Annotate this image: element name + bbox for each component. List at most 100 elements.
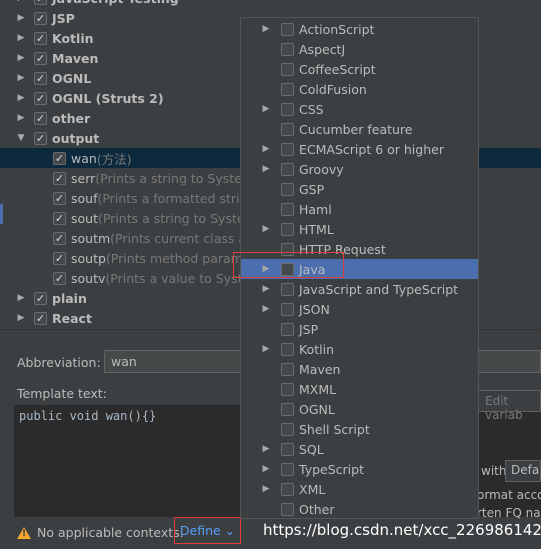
- checkbox[interactable]: ✓: [34, 291, 47, 305]
- context-checkbox[interactable]: [281, 122, 294, 136]
- context-item[interactable]: AspectJ: [241, 39, 478, 59]
- context-checkbox[interactable]: [281, 422, 294, 436]
- context-item[interactable]: Cucumber feature: [241, 119, 478, 139]
- context-checkbox[interactable]: [281, 282, 294, 296]
- checkbox[interactable]: ✓: [53, 271, 66, 285]
- context-checkbox[interactable]: [281, 82, 294, 96]
- chevron-right-icon[interactable]: ▶: [16, 13, 26, 23]
- context-item[interactable]: CoffeeScript: [241, 59, 478, 79]
- abbreviation-label: Abbreviation:: [17, 355, 101, 370]
- tree-item-label: plain: [52, 290, 87, 306]
- checkbox[interactable]: ✓: [53, 211, 66, 225]
- context-checkbox[interactable]: [281, 462, 294, 476]
- checkbox[interactable]: ✓: [53, 171, 66, 185]
- context-item[interactable]: ▶ SQL: [241, 439, 478, 459]
- shorten-fq-option-label[interactable]: rten FQ nan: [477, 506, 541, 520]
- chevron-right-icon[interactable]: ▶: [262, 304, 270, 314]
- context-item[interactable]: ▶ JSON: [241, 299, 478, 319]
- context-item[interactable]: ▶ ActionScript: [241, 19, 478, 39]
- warning-row: ! No applicable contexts.: [17, 525, 184, 540]
- context-label: CSS: [299, 101, 324, 117]
- checkbox[interactable]: ✓: [34, 51, 47, 65]
- context-item[interactable]: ▶ TypeScript: [241, 459, 478, 479]
- context-item[interactable]: JSP: [241, 319, 478, 339]
- checkbox[interactable]: ✓: [34, 131, 47, 145]
- context-checkbox[interactable]: [281, 362, 294, 376]
- chevron-right-icon[interactable]: ▶: [262, 464, 270, 474]
- chevron-right-icon[interactable]: ▶: [262, 284, 270, 294]
- checkbox[interactable]: ✓: [34, 31, 47, 45]
- chevron-right-icon[interactable]: ▶: [16, 113, 26, 123]
- checkbox[interactable]: ✓: [53, 251, 66, 265]
- edit-variables-button[interactable]: Edit variab: [478, 390, 541, 422]
- chevron-right-icon[interactable]: ▶: [262, 344, 270, 354]
- checkbox[interactable]: ✓: [53, 151, 66, 165]
- context-item[interactable]: ▶ JavaScript and TypeScript: [241, 279, 478, 299]
- context-label: JSP: [299, 321, 319, 337]
- context-checkbox[interactable]: [281, 62, 294, 76]
- reformat-option-label[interactable]: ormat acco: [477, 488, 541, 502]
- context-item[interactable]: OGNL: [241, 399, 478, 419]
- checkbox[interactable]: ✓: [34, 111, 47, 125]
- context-checkbox[interactable]: [281, 142, 294, 156]
- checkbox[interactable]: ✓: [34, 311, 47, 325]
- chevron-right-icon[interactable]: ▶: [262, 164, 270, 174]
- context-item[interactable]: Other: [241, 499, 478, 518]
- context-checkbox[interactable]: [281, 302, 294, 316]
- context-item[interactable]: Shell Script: [241, 419, 478, 439]
- context-checkbox[interactable]: [281, 482, 294, 496]
- context-item[interactable]: Haml: [241, 199, 478, 219]
- context-checkbox[interactable]: [281, 162, 294, 176]
- context-checkbox[interactable]: [281, 322, 294, 336]
- context-checkbox[interactable]: [281, 222, 294, 236]
- chevron-right-icon[interactable]: ▶: [262, 444, 270, 454]
- context-label: HTML: [299, 221, 334, 237]
- chevron-right-icon[interactable]: ▶: [262, 24, 270, 34]
- context-checkbox[interactable]: [281, 42, 294, 56]
- tree-group[interactable]: ▶ ✓ JavaScript Testing: [0, 0, 541, 8]
- checkbox[interactable]: ✓: [53, 191, 66, 205]
- chevron-right-icon[interactable]: ▶: [16, 53, 26, 63]
- context-checkbox[interactable]: [281, 202, 294, 216]
- define-link[interactable]: Define ⌄: [174, 517, 241, 544]
- context-item[interactable]: ▶ HTML: [241, 219, 478, 239]
- expand-with-select[interactable]: Defa: [505, 460, 541, 482]
- checkbox[interactable]: ✓: [53, 231, 66, 245]
- chevron-right-icon[interactable]: ▶: [262, 104, 270, 114]
- context-checkbox[interactable]: [281, 502, 294, 516]
- checkbox[interactable]: ✓: [34, 0, 47, 5]
- context-item[interactable]: GSP: [241, 179, 478, 199]
- chevron-right-icon[interactable]: ▶: [16, 93, 26, 103]
- chevron-right-icon[interactable]: ▶: [16, 313, 26, 323]
- context-label: GSP: [299, 181, 325, 197]
- chevron-right-icon[interactable]: ▶: [262, 484, 270, 494]
- context-item[interactable]: ▶ Groovy: [241, 159, 478, 179]
- context-item[interactable]: Maven: [241, 359, 478, 379]
- chevron-down-icon[interactable]: ▼: [16, 133, 26, 143]
- chevron-right-icon[interactable]: ▶: [16, 73, 26, 83]
- chevron-right-icon[interactable]: ▶: [16, 0, 26, 3]
- context-item[interactable]: ▶ Kotlin: [241, 339, 478, 359]
- checkbox[interactable]: ✓: [34, 71, 47, 85]
- context-item[interactable]: MXML: [241, 379, 478, 399]
- context-checkbox[interactable]: [281, 182, 294, 196]
- context-item[interactable]: ▶ CSS: [241, 99, 478, 119]
- context-label: ECMAScript 6 or higher: [299, 141, 444, 157]
- chevron-right-icon[interactable]: ▶: [262, 144, 270, 154]
- expand-with-label: with: [481, 464, 507, 478]
- context-checkbox[interactable]: [281, 342, 294, 356]
- context-checkbox[interactable]: [281, 382, 294, 396]
- context-checkbox[interactable]: [281, 442, 294, 456]
- tree-item-label: JavaScript Testing: [52, 0, 179, 6]
- context-checkbox[interactable]: [281, 102, 294, 116]
- checkbox[interactable]: ✓: [34, 11, 47, 25]
- chevron-right-icon[interactable]: ▶: [262, 224, 270, 234]
- context-checkbox[interactable]: [281, 22, 294, 36]
- chevron-right-icon[interactable]: ▶: [16, 33, 26, 43]
- context-item[interactable]: ▶ XML: [241, 479, 478, 499]
- context-checkbox[interactable]: [281, 402, 294, 416]
- context-item[interactable]: ▶ ECMAScript 6 or higher: [241, 139, 478, 159]
- checkbox[interactable]: ✓: [34, 91, 47, 105]
- context-item[interactable]: ColdFusion: [241, 79, 478, 99]
- chevron-right-icon[interactable]: ▶: [16, 293, 26, 303]
